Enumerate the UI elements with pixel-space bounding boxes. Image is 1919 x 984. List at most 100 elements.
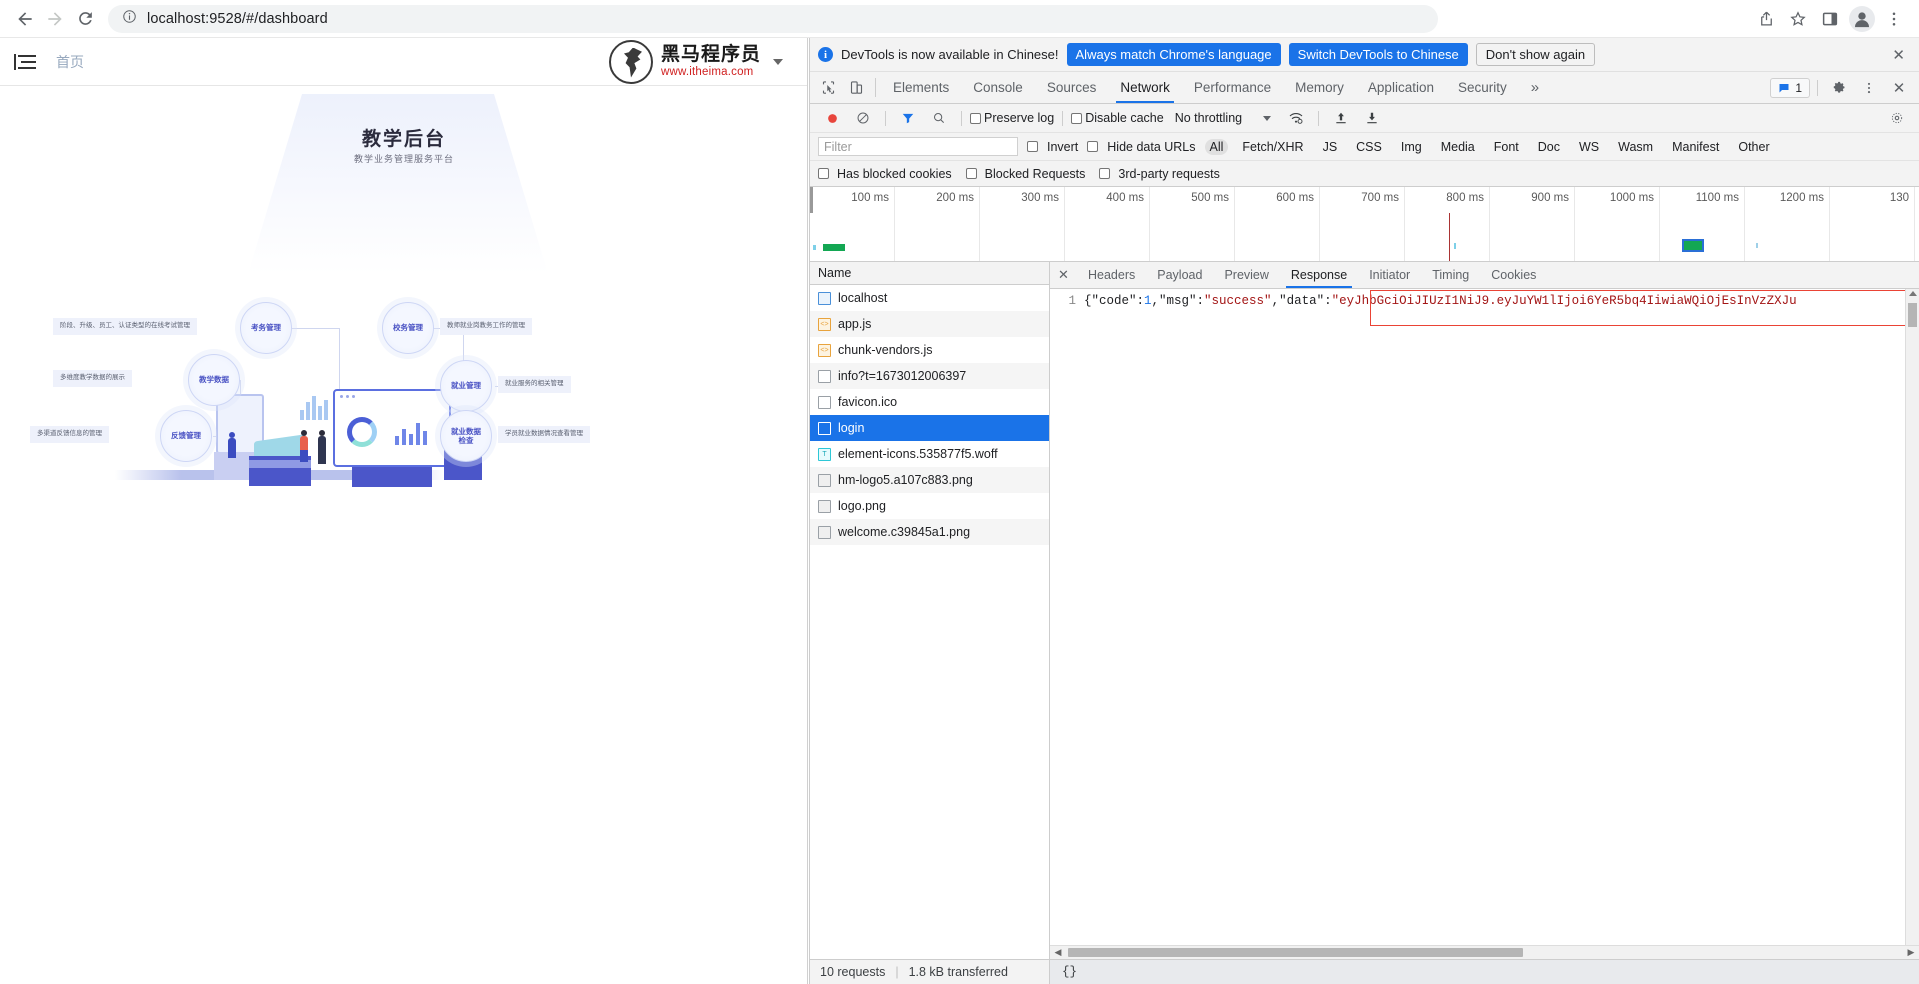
table-row[interactable]: login (810, 415, 1049, 441)
disable-cache-checkbox[interactable] (1071, 113, 1082, 124)
detail-tab-payload[interactable]: Payload (1146, 262, 1213, 288)
scroll-right-arrow-icon[interactable]: ▶ (1903, 947, 1919, 958)
forward-arrow-icon[interactable] (40, 4, 70, 34)
blocked-requests-label[interactable]: Blocked Requests (985, 167, 1086, 181)
third-party-requests-checkbox[interactable] (1099, 168, 1110, 179)
scroll-up-arrow-icon[interactable] (1909, 291, 1917, 296)
illustration-node[interactable]: 反馈管理 (160, 410, 212, 462)
illustration-node[interactable]: 校务管理 (382, 302, 434, 354)
disable-cache-label[interactable]: Disable cache (1085, 111, 1164, 125)
table-row[interactable]: Telement-icons.535877f5.woff (810, 441, 1049, 467)
response-horizontal-scrollbar[interactable]: ◀ ▶ (1050, 945, 1919, 959)
illustration-node[interactable]: 考务管理 (240, 302, 292, 354)
detail-tab-headers[interactable]: Headers (1077, 262, 1146, 288)
share-icon[interactable] (1751, 4, 1781, 34)
close-icon[interactable]: ✕ (1050, 262, 1077, 288)
has-blocked-cookies-checkbox[interactable] (818, 168, 829, 179)
tab-performance[interactable]: Performance (1182, 72, 1283, 103)
hide-data-urls-label[interactable]: Hide data URLs (1107, 140, 1195, 154)
filter-type-wasm[interactable]: Wasm (1613, 139, 1658, 155)
reload-icon[interactable] (70, 4, 100, 34)
side-panel-icon[interactable] (1815, 4, 1845, 34)
filter-type-media[interactable]: Media (1436, 139, 1480, 155)
back-arrow-icon[interactable] (10, 4, 40, 34)
record-button-icon[interactable] (818, 112, 846, 125)
filter-type-other[interactable]: Other (1733, 139, 1774, 155)
filter-type-js[interactable]: JS (1318, 139, 1343, 155)
detail-tab-timing[interactable]: Timing (1421, 262, 1480, 288)
close-icon[interactable]: ✕ (1886, 46, 1911, 64)
star-icon[interactable] (1783, 4, 1813, 34)
breadcrumb[interactable]: 首页 (56, 52, 84, 72)
clear-icon[interactable] (849, 111, 877, 125)
filter-type-css[interactable]: CSS (1351, 139, 1387, 155)
chevron-double-right-icon[interactable]: » (1519, 72, 1551, 103)
network-conditions-icon[interactable] (1282, 110, 1310, 126)
message-count-badge[interactable]: 1 (1770, 78, 1810, 98)
table-row[interactable]: <>app.js (810, 311, 1049, 337)
network-settings-gear-icon[interactable] (1883, 111, 1911, 125)
table-row[interactable]: favicon.ico (810, 389, 1049, 415)
illustration-node[interactable]: 教学数据 (188, 354, 240, 406)
tab-memory[interactable]: Memory (1283, 72, 1356, 103)
illustration-node[interactable]: 就业数据 检查 (440, 410, 492, 462)
filter-type-doc[interactable]: Doc (1533, 139, 1565, 155)
device-toolbar-icon[interactable] (842, 72, 870, 103)
gear-icon[interactable] (1825, 80, 1853, 95)
filter-type-manifest[interactable]: Manifest (1667, 139, 1724, 155)
import-har-icon[interactable] (1327, 111, 1355, 125)
address-bar[interactable]: localhost:9528/#/dashboard (108, 5, 1438, 33)
switch-to-chinese-button[interactable]: Switch DevTools to Chinese (1289, 43, 1468, 66)
filter-type-all[interactable]: All (1205, 139, 1229, 155)
filter-type-img[interactable]: Img (1396, 139, 1427, 155)
detail-tab-response[interactable]: Response (1280, 262, 1358, 288)
preserve-log-label[interactable]: Preserve log (984, 111, 1054, 125)
table-row[interactable]: hm-logo5.a107c883.png (810, 467, 1049, 493)
inspect-element-icon[interactable] (814, 72, 842, 103)
chevron-down-icon[interactable] (1263, 116, 1271, 121)
filter-type-font[interactable]: Font (1489, 139, 1524, 155)
table-row[interactable]: <>chunk-vendors.js (810, 337, 1049, 363)
invert-checkbox[interactable] (1027, 141, 1038, 152)
always-match-language-button[interactable]: Always match Chrome's language (1067, 43, 1281, 66)
invert-label[interactable]: Invert (1047, 140, 1078, 154)
request-list-header[interactable]: Name (810, 262, 1049, 285)
filter-type-fetch-xhr[interactable]: Fetch/XHR (1237, 139, 1308, 155)
profile-avatar-icon[interactable] (1847, 4, 1877, 34)
dont-show-again-button[interactable]: Don't show again (1476, 43, 1595, 66)
search-icon[interactable] (925, 111, 953, 125)
scroll-left-arrow-icon[interactable]: ◀ (1050, 947, 1066, 958)
tab-elements[interactable]: Elements (881, 72, 961, 103)
preserve-log-checkbox[interactable] (970, 113, 981, 124)
three-dot-menu-icon[interactable] (1879, 4, 1909, 34)
blocked-requests-checkbox[interactable] (966, 168, 977, 179)
table-row[interactable]: welcome.c39845a1.png (810, 519, 1049, 545)
table-row[interactable]: localhost (810, 285, 1049, 311)
tab-security[interactable]: Security (1446, 72, 1519, 103)
filter-input[interactable]: Filter (818, 137, 1018, 156)
tab-sources[interactable]: Sources (1035, 72, 1109, 103)
throttling-select[interactable]: No throttling (1175, 111, 1242, 125)
hide-data-urls-checkbox[interactable] (1087, 141, 1098, 152)
table-row[interactable]: info?t=1673012006397 (810, 363, 1049, 389)
network-timeline-overview[interactable]: 100 ms 200 ms 300 ms 400 ms 500 ms 600 m… (810, 187, 1919, 262)
tab-console[interactable]: Console (961, 72, 1035, 103)
response-vertical-scrollbar[interactable] (1905, 289, 1919, 945)
table-row[interactable]: logo.png (810, 493, 1049, 519)
pretty-print-icon[interactable]: {} (1062, 965, 1077, 979)
hamburger-menu-icon[interactable] (14, 52, 36, 72)
three-dot-menu-icon[interactable] (1855, 81, 1883, 95)
illustration-node[interactable]: 就业管理 (440, 360, 492, 412)
filter-type-ws[interactable]: WS (1574, 139, 1604, 155)
info-circle-icon[interactable] (122, 9, 137, 29)
detail-tab-preview[interactable]: Preview (1213, 262, 1279, 288)
chevron-down-icon[interactable] (773, 59, 783, 65)
tab-application[interactable]: Application (1356, 72, 1446, 103)
response-body[interactable]: 1 {"code":1,"msg":"success","data":"eyJh… (1050, 289, 1919, 945)
filter-funnel-icon[interactable] (894, 111, 922, 125)
close-icon[interactable]: ✕ (1885, 79, 1913, 97)
tab-network[interactable]: Network (1108, 72, 1182, 103)
detail-tab-initiator[interactable]: Initiator (1358, 262, 1421, 288)
scrollbar-thumb[interactable] (1068, 948, 1523, 957)
has-blocked-cookies-label[interactable]: Has blocked cookies (837, 167, 952, 181)
